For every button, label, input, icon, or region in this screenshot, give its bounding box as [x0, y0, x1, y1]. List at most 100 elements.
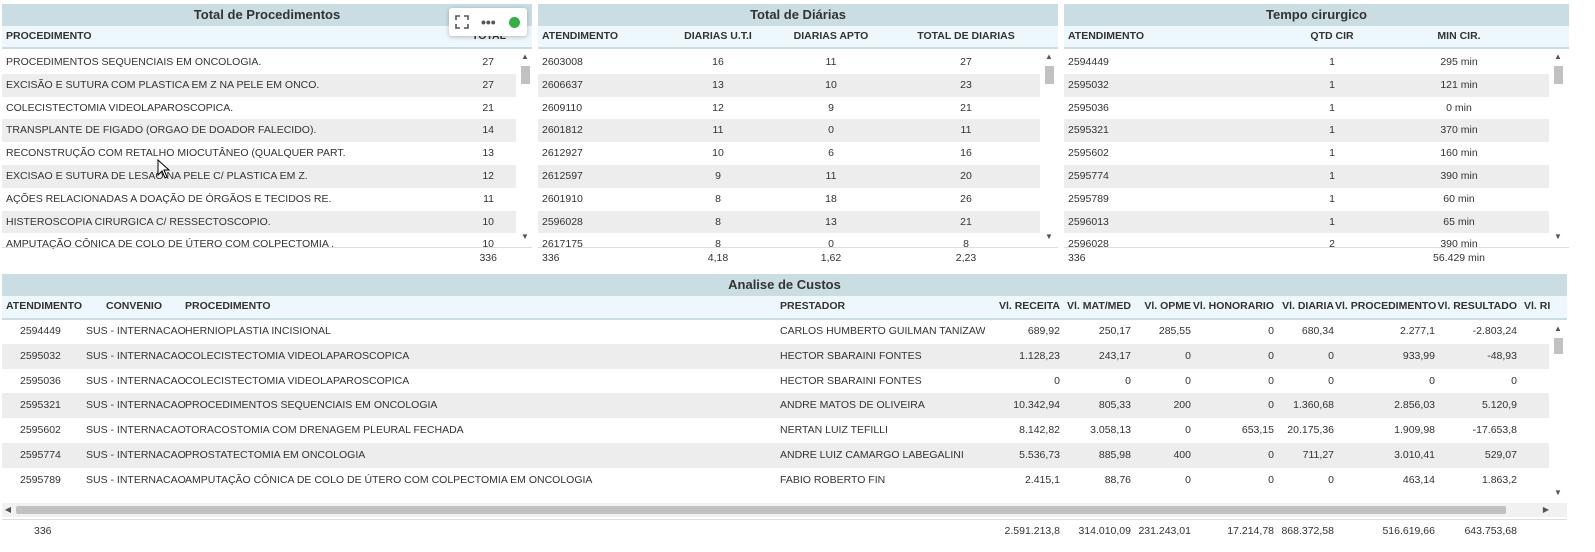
tempo-scrollbar[interactable]: ▲ ▼	[1551, 50, 1565, 246]
table-row[interactable]: 2612927 10 6 16	[538, 142, 1040, 165]
table-row[interactable]: 2594449 SUS - INTERNACAO HERNIOPLASTIA INC…	[2, 319, 1549, 344]
table-row[interactable]: TRANSPLANTE DE FIGADO (ORGAO DE DOADOR F…	[2, 119, 516, 143]
table-row[interactable]: 2594449 1 295 min	[1064, 51, 1549, 74]
table-row[interactable]: 2595321 1 370 min	[1064, 119, 1549, 143]
col-total-diarias[interactable]: TOTAL DE DIARIAS	[906, 26, 1026, 47]
scroll-up-icon[interactable]: ▲	[1551, 52, 1565, 62]
cell-vproc: 1.909,98	[1394, 424, 1435, 437]
table-row[interactable]: 2601910 8 18 26	[538, 188, 1040, 211]
scroll-down-icon[interactable]: ▼	[518, 232, 532, 242]
table-row[interactable]: RECONSTRUÇÃO COM RETALHO MIOCUTÂNEO (QUA…	[2, 142, 516, 165]
cell-total: 23	[960, 78, 972, 91]
cell-procedimento: HERNIOPLASTIA INCISIONAL	[185, 325, 331, 337]
cell-honorario: 0	[1268, 349, 1274, 362]
diarias-scrollbar[interactable]: ▲ ▼	[1042, 50, 1056, 246]
table-row[interactable]: 2596028 8 13 21	[538, 210, 1040, 234]
table-row[interactable]: 2596013 1 65 min	[1064, 210, 1549, 234]
col-convenio[interactable]: CONVENIO	[106, 296, 162, 317]
col-vl-matmed[interactable]: Vl. MAT/MED	[1061, 296, 1131, 317]
table-row[interactable]: 2612597 9 11 20	[538, 165, 1040, 188]
scroll-down-icon[interactable]: ▼	[1551, 232, 1565, 242]
table-row[interactable]: 2595032 SUS - INTERNACAO COLECISTECTOMIA V…	[2, 343, 1549, 369]
table-row[interactable]: 2595789 SUS - INTERNACAO AMPUTAÇÃO CÔNICA …	[2, 468, 1549, 493]
cell-convenio: SUS - INTERNACAO	[86, 374, 186, 387]
col-qtd-cir[interactable]: QTD CIR	[1282, 26, 1382, 47]
cell-vproc: 3.010,41	[1394, 449, 1435, 461]
scroll-thumb[interactable]	[1554, 338, 1563, 354]
table-row[interactable]: 2595774 SUS - INTERNACAO PROSTATECTOMIA EM…	[2, 443, 1549, 468]
scroll-thumb[interactable]	[1045, 66, 1054, 84]
cell-apto: 9	[828, 101, 834, 114]
tempo-footer: 336 56.429 min	[1064, 247, 1569, 268]
table-row[interactable]: 2603008 16 11 27	[538, 51, 1040, 74]
col-atendimento[interactable]: ATENDIMENTO	[542, 26, 618, 47]
table-row[interactable]: 2595789 1 60 min	[1064, 188, 1549, 211]
table-row[interactable]: 2595602 SUS - INTERNACAO TORACOSTOMIA COM …	[2, 418, 1549, 443]
table-row[interactable]: 2595321 SUS - INTERNACAO PROCEDIMENTOS SEQ…	[2, 393, 1549, 419]
cell-procedimento: RECONSTRUÇÃO COM RETALHO MIOCUTÂNEO (QUA…	[6, 147, 346, 160]
table-row[interactable]: COLECISTECTOMIA VIDEOLAPAROSCOPICA. 21	[2, 97, 516, 120]
cell-apto: 18	[825, 192, 837, 205]
scroll-thumb[interactable]	[521, 66, 530, 84]
footer-apto: 1,62	[820, 252, 842, 264]
table-row[interactable]: 2601812 11 0 11	[538, 119, 1040, 143]
table-row[interactable]: AÇÕES RELACIONADAS A DOAÇÃO DE ÓRGÃOS E …	[2, 188, 516, 211]
custos-title: Analise de Custos	[2, 274, 1567, 296]
table-row[interactable]: 2595774 1 390 min	[1064, 165, 1549, 188]
cell-procedimento: COLECISTECTOMIA VIDEOLAPAROSCOPICA	[185, 374, 410, 387]
table-row[interactable]: 2595036 1 0 min	[1064, 97, 1549, 120]
custos-horizontal-scrollbar[interactable]: ◀ ▶	[2, 503, 1567, 517]
scroll-thumb[interactable]	[1554, 66, 1563, 84]
procedimentos-scrollbar[interactable]: ▲ ▼	[518, 50, 532, 246]
col-vl-receita[interactable]: Vl. RECEITA	[990, 296, 1060, 317]
col-prestador[interactable]: PRESTADOR	[780, 296, 845, 317]
col-vl-procedimento[interactable]: Vl. PROCEDIMENTO	[1335, 296, 1436, 317]
cell-total: 13	[482, 147, 494, 160]
table-row[interactable]: EXCISÃO E SUTURA COM PLASTICA EM Z NA PE…	[2, 73, 516, 97]
col-vl-resultado[interactable]: Vl. RESULTADO	[1435, 296, 1517, 317]
scroll-up-icon[interactable]: ▲	[518, 52, 532, 62]
table-row[interactable]: 2595036 SUS - INTERNACAO COLECISTECTOMIA V…	[2, 369, 1549, 394]
col-atendimento[interactable]: ATENDIMENTO	[1068, 26, 1144, 47]
cell-total: 27	[482, 56, 494, 68]
col-procedimento[interactable]: PROCEDIMENTO	[6, 26, 92, 47]
scroll-up-icon[interactable]: ▲	[1551, 324, 1565, 334]
col-vl-diaria[interactable]: Vl. DIARIA	[1274, 296, 1334, 317]
cell-total: 20	[960, 170, 972, 182]
col-min-cir[interactable]: MIN CIR.	[1409, 26, 1509, 47]
table-row[interactable]: 2606637 13 10 23	[538, 73, 1040, 97]
cell-vproc: 2.277,1	[1399, 325, 1435, 337]
diarias-title: Total de Diárias	[538, 4, 1058, 26]
cell-prestador: NERTAN LUIZ TEFILLI	[780, 424, 888, 437]
custos-scrollbar[interactable]: ▲ ▼	[1551, 320, 1565, 502]
table-row[interactable]: 2595032 1 121 min	[1064, 73, 1549, 97]
table-row[interactable]: 2609110 12 9 21	[538, 97, 1040, 120]
scroll-down-icon[interactable]: ▼	[1551, 488, 1565, 498]
cell-procedimento: AÇÕES RELACIONADAS A DOAÇÃO DE ÓRGÃOS E …	[6, 192, 332, 205]
cell-atendimento: 2595321	[1068, 124, 1109, 137]
cell-matmed: 250,17	[1098, 325, 1131, 337]
scroll-right-icon[interactable]: ▶	[1540, 503, 1552, 517]
col-procedimento[interactable]: PROCEDIMENTO	[185, 296, 271, 317]
expand-icon[interactable]	[455, 8, 469, 38]
cell-atendimento: 2609110	[542, 101, 583, 114]
scroll-down-icon[interactable]: ▼	[1042, 232, 1056, 242]
col-diarias-apto[interactable]: DIARIAS APTO	[781, 26, 881, 47]
col-diarias-uti[interactable]: DIARIAS U.T.I	[668, 26, 768, 47]
more-icon[interactable]: •••	[481, 8, 496, 36]
table-row[interactable]: 2595602 1 160 min	[1064, 142, 1549, 165]
table-row[interactable]: HISTEROSCOPIA CIRURGICA C/ RESSECTOSCOPI…	[2, 210, 516, 234]
col-vl-honorario[interactable]: Vl. HONORARIO	[1191, 296, 1274, 317]
table-row[interactable]: EXCISAO E SUTURA DE LESAO NA PELE C/ PLA…	[2, 165, 516, 188]
cell-atendimento: 2595774	[20, 449, 61, 461]
scroll-left-icon[interactable]: ◀	[2, 503, 14, 517]
col-vl-ri[interactable]: Vl. RI	[1524, 296, 1550, 317]
cell-opme: 285,55	[1158, 325, 1191, 337]
col-vl-opme[interactable]: Vl. OPME	[1131, 296, 1191, 317]
scroll-thumb[interactable]	[16, 506, 1506, 514]
table-row[interactable]: PROCEDIMENTOS SEQUENCIAIS EM ONCOLOGIA. 2…	[2, 51, 516, 74]
scroll-up-icon[interactable]: ▲	[1042, 52, 1056, 62]
footer-resultado: 643.753,68	[1464, 525, 1517, 537]
col-atendimento[interactable]: ATENDIMENTO	[6, 296, 82, 317]
footer-atendimento: 336	[1068, 252, 1086, 264]
